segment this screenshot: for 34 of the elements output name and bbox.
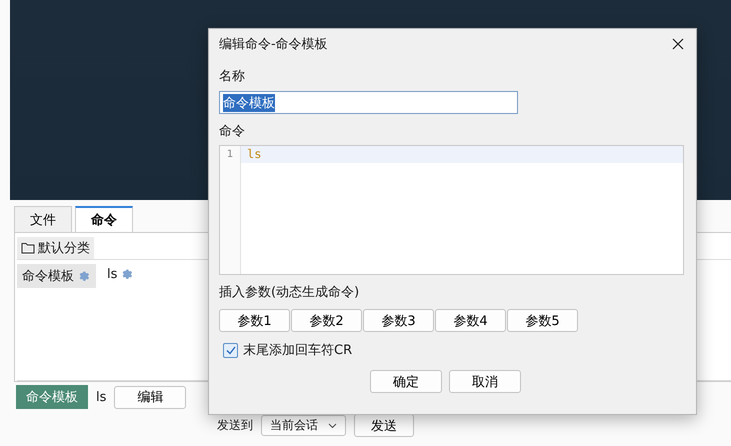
- checkmark-icon: [226, 346, 236, 354]
- dialog-button[interactable]: 取消: [449, 370, 521, 393]
- command-item[interactable]: ls: [102, 264, 140, 285]
- param-button[interactable]: 参数2: [291, 309, 362, 332]
- command-item[interactable]: 命令模板: [17, 264, 96, 288]
- param-button[interactable]: 参数5: [507, 309, 578, 332]
- command-name: ls: [107, 267, 118, 282]
- edit-button[interactable]: 编辑: [114, 386, 186, 408]
- name-input-field[interactable]: 命令模板: [219, 91, 518, 114]
- target-dropdown[interactable]: 当前会话: [261, 415, 346, 436]
- name-label: 名称: [219, 68, 246, 85]
- param-button[interactable]: 参数4: [435, 309, 506, 332]
- current-command-name: 命令模板: [16, 385, 88, 409]
- gear-icon[interactable]: [121, 268, 134, 281]
- line-number: 1: [226, 148, 234, 162]
- insert-params-label: 插入参数(动态生成命令): [219, 284, 360, 301]
- category-item[interactable]: 默认分类: [17, 237, 94, 259]
- folder-icon: [21, 242, 35, 254]
- dialog-title: 编辑命令-命令模板: [219, 36, 328, 53]
- tab[interactable]: 命令: [75, 206, 133, 232]
- send-to-label: 发送到: [217, 417, 253, 434]
- current-command-text: ls: [96, 390, 106, 404]
- dialog-button[interactable]: 确定: [370, 370, 442, 393]
- tab[interactable]: 文件: [14, 206, 72, 232]
- close-icon[interactable]: [672, 38, 684, 50]
- chevron-down-icon: [328, 422, 337, 428]
- param-button[interactable]: 参数3: [363, 309, 434, 332]
- command-label: 命令: [219, 123, 246, 140]
- checkbox[interactable]: [223, 342, 238, 358]
- param-button[interactable]: 参数1: [219, 309, 290, 332]
- send-button[interactable]: 发送: [354, 414, 414, 437]
- checkbox-label: 末尾添加回车符CR: [243, 342, 352, 359]
- category-label: 默认分类: [38, 240, 90, 257]
- command-name: 命令模板: [22, 268, 74, 285]
